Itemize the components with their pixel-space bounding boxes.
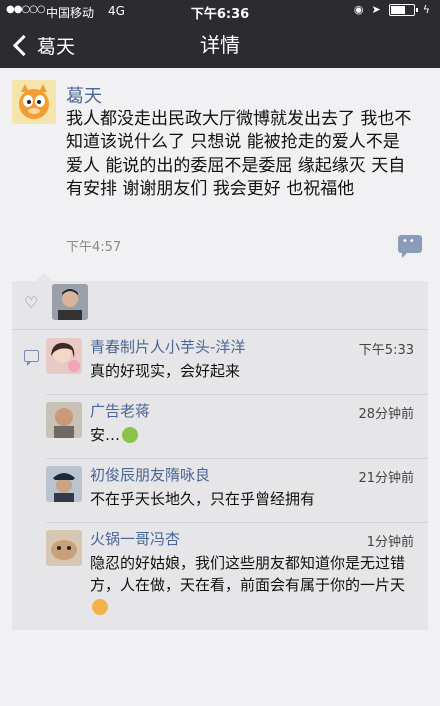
interaction-panel: ♡ 青春制片人小芋头-洋洋 下午5:33 真的好现实，会好起来 广告老蒋 28分… bbox=[12, 273, 428, 630]
divider bbox=[46, 458, 428, 459]
battery-icon bbox=[388, 3, 418, 16]
status-icons: ◉ ➤ ϟ bbox=[354, 3, 430, 16]
author-name[interactable]: 葛天 bbox=[66, 82, 102, 108]
comment-time: 21分钟前 bbox=[358, 471, 414, 486]
likes-row: ♡ bbox=[12, 281, 428, 329]
status-bar: ●●○○○ 中国移动 4G 下午6:36 ◉ ➤ ϟ bbox=[0, 0, 440, 22]
divider bbox=[12, 329, 428, 330]
commenter-name[interactable]: 初俊辰朋友隋咏良 bbox=[90, 464, 210, 485]
commenter-name[interactable]: 火锅一哥冯杏 bbox=[90, 528, 180, 549]
nav-bar: 详情 葛天 bbox=[0, 22, 440, 68]
location-icon: ➤ bbox=[371, 3, 381, 16]
commenter-avatar[interactable] bbox=[46, 466, 82, 502]
comment-text: 安… bbox=[90, 424, 416, 446]
commenter-name[interactable]: 广告老蒋 bbox=[90, 400, 150, 421]
back-button[interactable]: 葛天 bbox=[10, 22, 75, 68]
author-avatar[interactable] bbox=[12, 80, 56, 124]
comment-text: 真的好现实，会好起来 bbox=[90, 362, 241, 380]
comment-text: 隐忍的好姑娘，我们这些朋友都知道你是无过错方，人在做，天在看，前面会有属于你的一… bbox=[90, 552, 416, 618]
comment-menu-button[interactable]: •• bbox=[398, 235, 422, 258]
comment-time: 28分钟前 bbox=[358, 407, 414, 422]
comment-bubble-icon bbox=[24, 350, 39, 366]
post-text: 我人都没走出民政大厅微博就发出去了 我也不知道该说什么了 只想说 能被抢走的爱人… bbox=[66, 109, 412, 200]
commenter-avatar[interactable] bbox=[46, 402, 82, 438]
frog-emoji-icon bbox=[122, 427, 139, 443]
comment-time: 下午5:33 bbox=[358, 343, 414, 358]
chevron-left-icon bbox=[12, 34, 35, 56]
charging-bolt-icon: ϟ bbox=[422, 3, 430, 16]
heart-icon: ♡ bbox=[24, 293, 39, 312]
back-label: 葛天 bbox=[37, 35, 76, 58]
lock-rotation-icon: ◉ bbox=[353, 3, 364, 16]
commenter-avatar[interactable] bbox=[46, 530, 82, 566]
liker-avatar[interactable] bbox=[52, 284, 88, 320]
comment-text: 不在乎天长地久，只在乎曾经拥有 bbox=[90, 490, 316, 508]
fist-emoji-icon bbox=[92, 599, 108, 615]
divider bbox=[46, 522, 428, 523]
comment-time: 1分钟前 bbox=[366, 535, 414, 550]
post-time: 下午4:57 bbox=[66, 240, 122, 255]
commenter-avatar[interactable] bbox=[46, 338, 82, 374]
divider bbox=[46, 394, 428, 395]
commenter-name[interactable]: 青春制片人小芋头-洋洋 bbox=[90, 336, 245, 357]
